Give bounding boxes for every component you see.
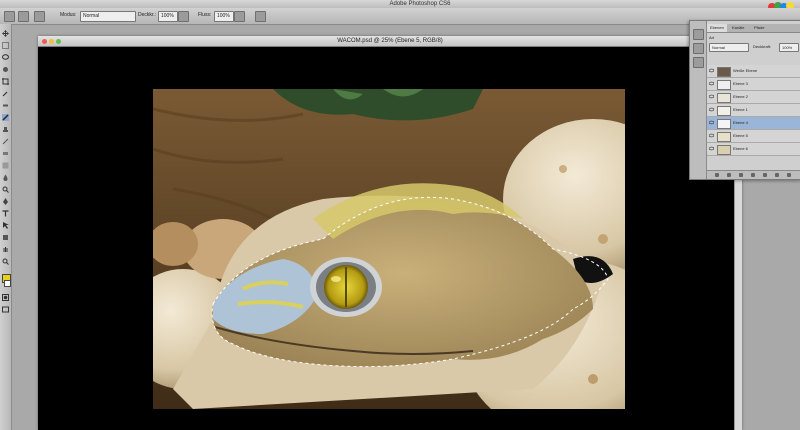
zoom-tool-icon[interactable] (2, 258, 9, 265)
layer-filter-label[interactable]: Art (709, 34, 714, 41)
document-title-bar: WACOM.psd @ 25% (Ebene 5, RGB/8) (38, 36, 742, 47)
layer-thumbnail (717, 93, 731, 103)
clone-stamp-tool-icon[interactable] (2, 126, 9, 133)
layer-row[interactable]: Ebene 3 (707, 78, 800, 91)
document-title: WACOM.psd @ 25% (Ebene 5, RGB/8) (337, 38, 443, 44)
visibility-eye-icon[interactable] (709, 146, 714, 151)
gradient-tool-icon[interactable] (2, 162, 9, 169)
flow-field[interactable]: 100% (214, 11, 234, 22)
layer-thumbnail (717, 119, 731, 129)
background-color-swatch[interactable] (4, 280, 11, 287)
pen-tool-icon[interactable] (2, 198, 9, 205)
brush-panel-icon[interactable] (34, 11, 45, 22)
layer-thumbnail (717, 145, 731, 155)
panel-tabs: Ebenen Kanäle Pfade (707, 24, 800, 33)
layer-style-icon[interactable] (727, 173, 731, 177)
layer-name: Ebene 4 (733, 120, 748, 125)
brush-preset-icon[interactable] (4, 11, 15, 22)
layer-thumbnail (717, 132, 731, 142)
visibility-eye-icon[interactable] (709, 107, 714, 112)
layers-panel-icon[interactable] (693, 57, 704, 68)
layer-row[interactable]: Ebene 1 (707, 104, 800, 117)
tab-channels[interactable]: Kanäle (729, 24, 747, 32)
layer-name: Ebene 1 (733, 107, 748, 112)
layer-row[interactable]: Ebene 2 (707, 91, 800, 104)
healing-brush-tool-icon[interactable] (2, 102, 9, 109)
layers-panel: Ebenen Kanäle Pfade Art Normal Deckkraft… (689, 20, 800, 180)
eraser-tool-icon[interactable] (2, 150, 9, 157)
quick-selection-tool-icon[interactable] (2, 66, 9, 73)
opacity-field[interactable]: 100% (158, 11, 178, 22)
screen-mode-icon[interactable] (2, 306, 9, 313)
brush-presets-panel-icon[interactable] (693, 43, 704, 54)
marquee-tool-icon[interactable] (2, 42, 9, 49)
new-group-icon[interactable] (763, 173, 767, 177)
mode-select[interactable]: Normal (80, 11, 136, 22)
layer-name: Weiße Ebene (733, 68, 758, 73)
delete-layer-icon[interactable] (787, 173, 791, 177)
lasso-tool-icon[interactable] (2, 54, 9, 61)
panel-dock-strip (690, 21, 707, 179)
dodge-tool-icon[interactable] (2, 186, 9, 193)
hand-tool-icon[interactable] (2, 246, 9, 253)
canvas[interactable] (123, 89, 683, 430)
visibility-eye-icon[interactable] (709, 68, 714, 73)
blur-tool-icon[interactable] (2, 174, 9, 181)
layer-row[interactable]: Ebene 6 (707, 143, 800, 156)
path-selection-tool-icon[interactable] (2, 222, 9, 229)
layer-opacity-label: Deckkraft: (753, 44, 772, 49)
adjustment-layer-icon[interactable] (751, 173, 755, 177)
layer-name: Ebene 5 (733, 133, 748, 138)
document-window: WACOM.psd @ 25% (Ebene 5, RGB/8) (38, 36, 742, 430)
visibility-eye-icon[interactable] (709, 120, 714, 125)
eyedropper-tool-icon[interactable] (2, 90, 9, 97)
layer-name: Ebene 6 (733, 146, 748, 151)
tools-panel (0, 24, 12, 430)
layer-row[interactable]: Weiße Ebene (707, 65, 800, 78)
visibility-eye-icon[interactable] (709, 94, 714, 99)
brush-tool-icon[interactable] (2, 114, 9, 121)
brush-size-icon[interactable] (18, 11, 29, 22)
new-layer-icon[interactable] (775, 173, 779, 177)
move-tool-icon[interactable] (2, 30, 9, 37)
layer-name: Ebene 3 (733, 81, 748, 86)
history-panel-icon[interactable] (693, 29, 704, 40)
crop-tool-icon[interactable] (2, 78, 9, 85)
app-title-bar: Adobe Photoshop CS6 (0, 0, 800, 8)
layer-thumbnail (717, 67, 731, 77)
layer-row[interactable]: Ebene 5 (707, 130, 800, 143)
airbrush-icon[interactable] (234, 11, 245, 22)
layers-panel-footer (707, 170, 800, 179)
shape-tool-icon[interactable] (2, 234, 9, 241)
blend-mode-select[interactable]: Normal (709, 43, 749, 52)
link-layers-icon[interactable] (715, 173, 719, 177)
pressure-size-icon[interactable] (255, 11, 266, 22)
flow-label: Fluss: (198, 12, 212, 18)
visibility-eye-icon[interactable] (709, 133, 714, 138)
close-window-button[interactable] (42, 39, 47, 44)
tab-paths[interactable]: Pfade (751, 24, 767, 32)
artwork-image (123, 89, 683, 430)
opacity-label: Deckkr.: (138, 12, 157, 18)
pressure-opacity-icon[interactable] (178, 11, 189, 22)
type-tool-icon[interactable] (2, 210, 9, 217)
visibility-eye-icon[interactable] (709, 81, 714, 86)
app-title: Adobe Photoshop CS6 (389, 1, 451, 7)
layer-row-selected[interactable]: Ebene 4 (707, 117, 800, 130)
minimize-window-button[interactable] (49, 39, 54, 44)
mode-label: Modus: (60, 12, 77, 18)
layer-thumbnail (717, 106, 731, 116)
layer-mask-icon[interactable] (739, 173, 743, 177)
options-bar: Modus: Normal Deckkr.: 100% Fluss: 100% (0, 8, 800, 25)
layer-thumbnail (717, 80, 731, 90)
zoom-window-button[interactable] (56, 39, 61, 44)
layer-opacity-field[interactable]: 100% (779, 43, 799, 52)
history-brush-tool-icon[interactable] (2, 138, 9, 145)
window-controls (42, 38, 63, 48)
quick-mask-icon[interactable] (2, 294, 9, 301)
layer-name: Ebene 2 (733, 94, 748, 99)
tab-layers[interactable]: Ebenen (707, 24, 727, 32)
